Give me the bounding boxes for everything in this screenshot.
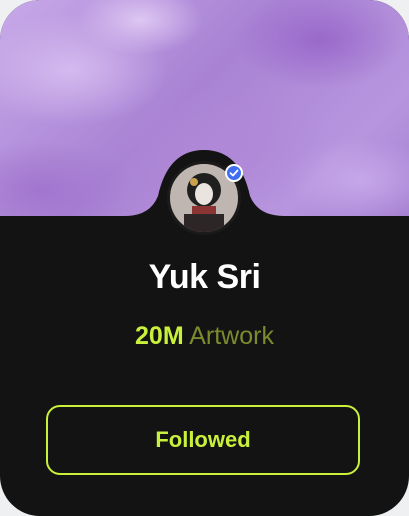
cover-image — [0, 0, 409, 300]
artwork-label: Artwork — [189, 322, 274, 350]
followed-button[interactable]: Followed — [46, 405, 360, 475]
profile-card: Yuk Sri 20M Artwork Followed — [0, 0, 409, 516]
cover-notch-shape — [0, 150, 409, 300]
profile-name: Yuk Sri — [148, 258, 261, 296]
check-icon — [229, 169, 239, 177]
verified-badge — [225, 164, 243, 182]
artwork-count: 20M — [135, 322, 184, 350]
profile-stats: 20M Artwork — [0, 322, 409, 351]
